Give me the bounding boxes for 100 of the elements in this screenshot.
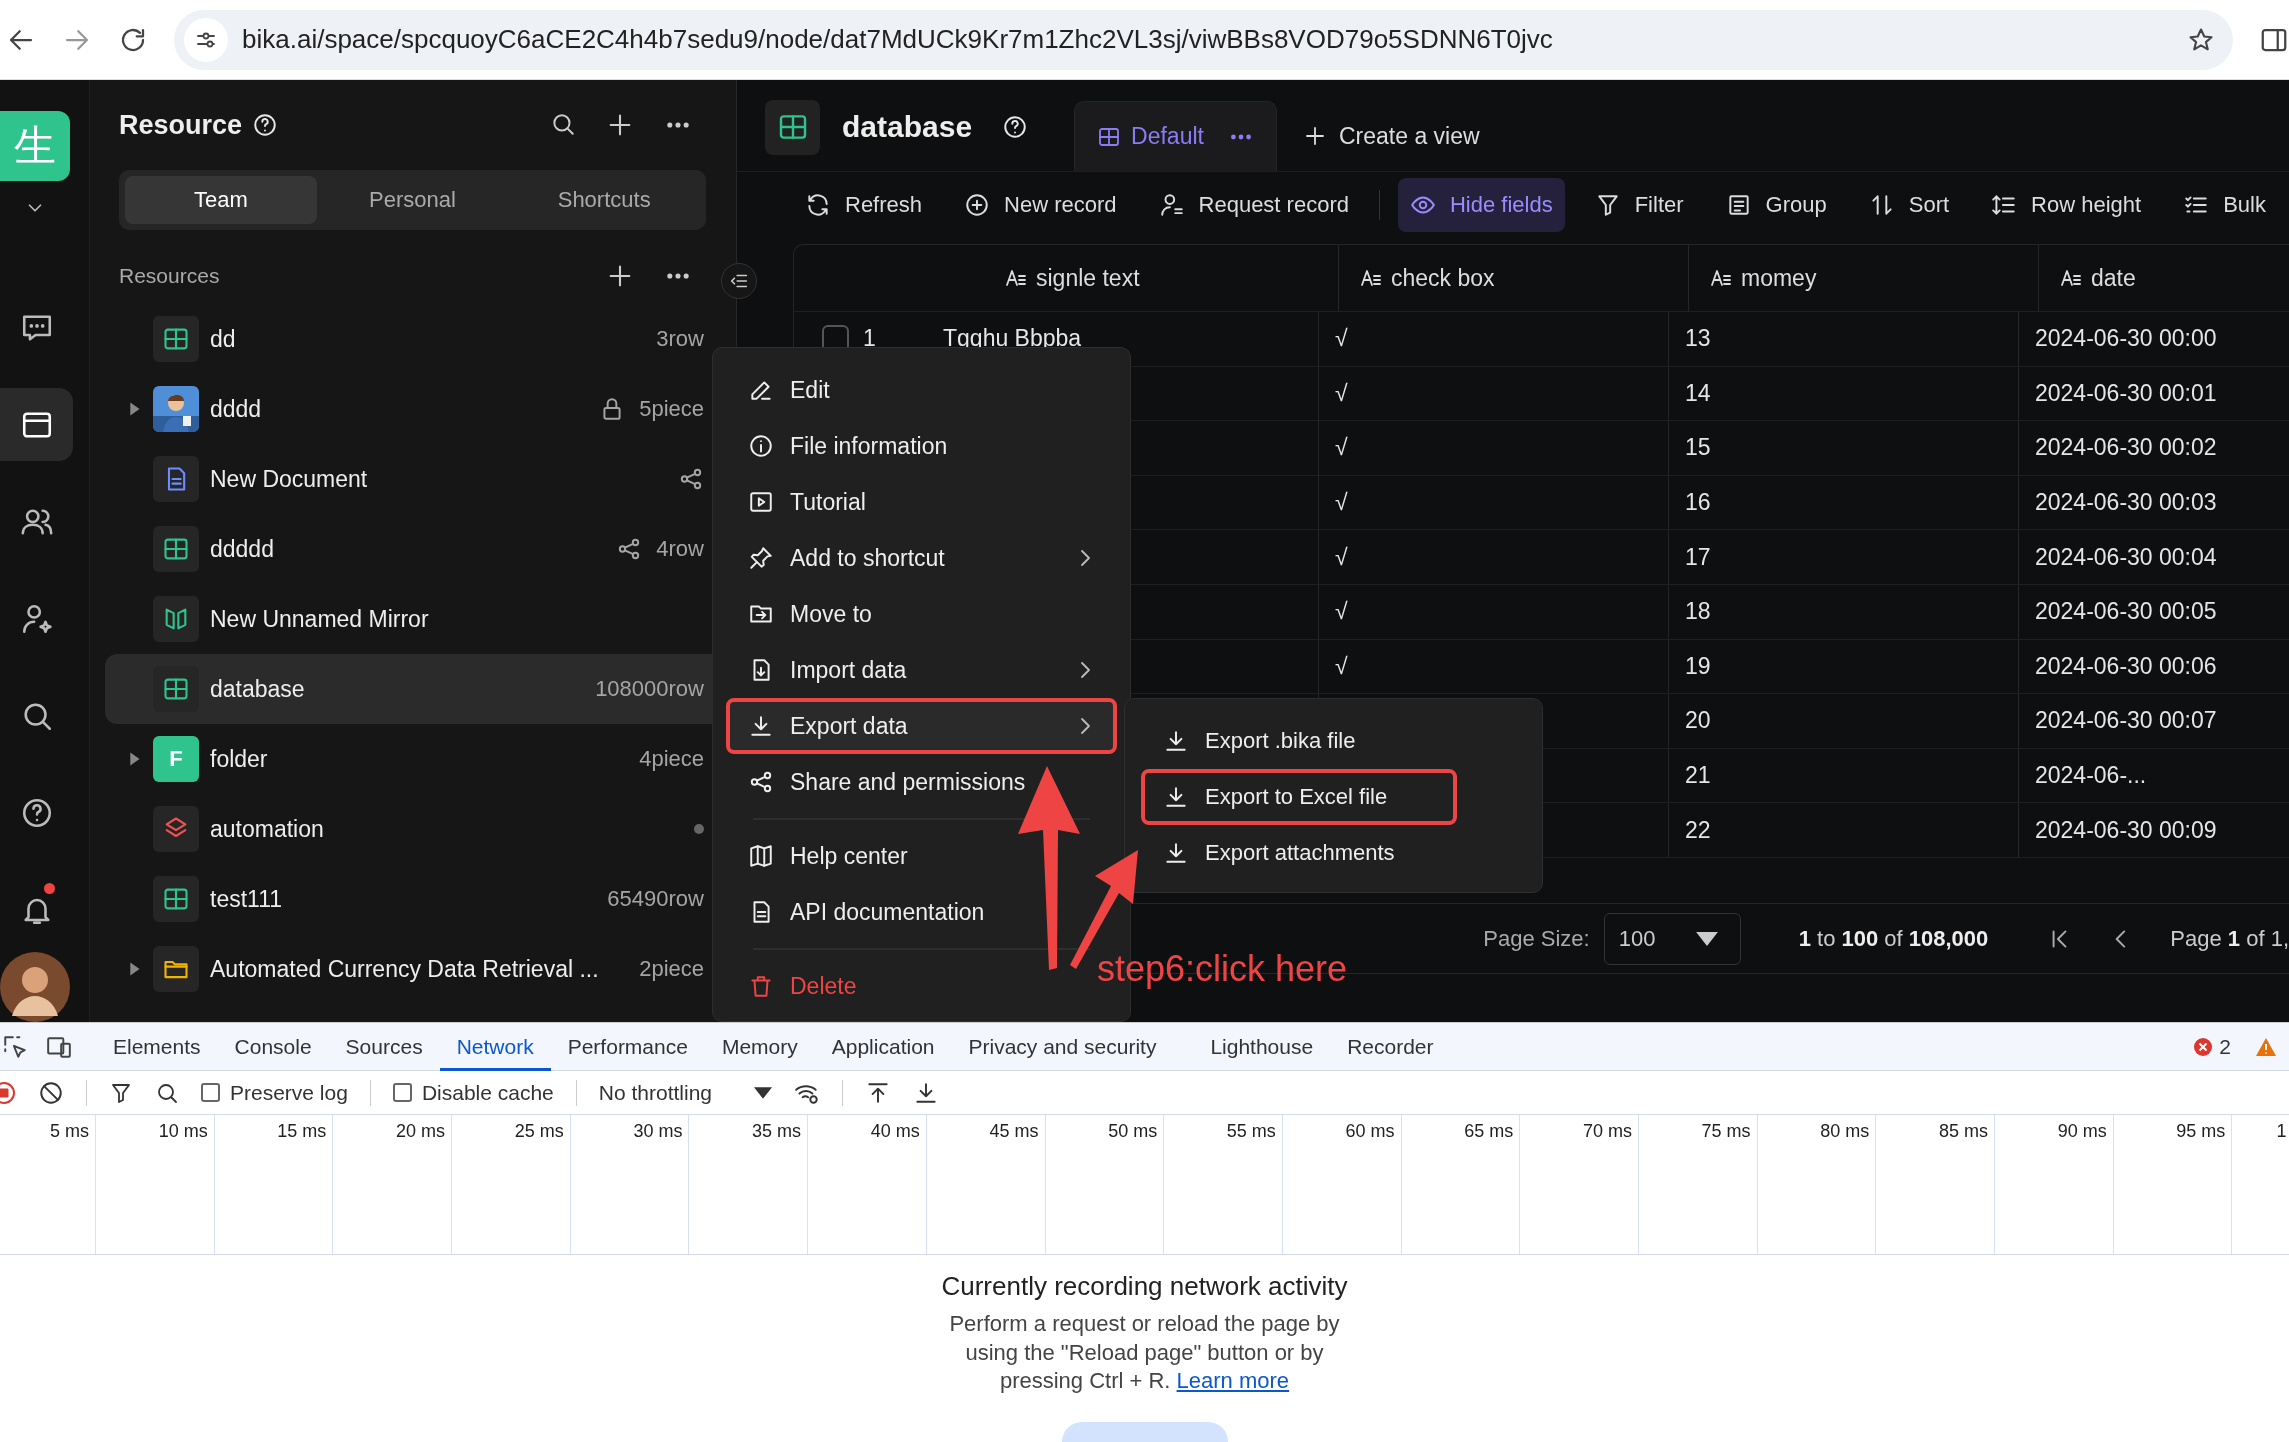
item-name: automation [210,815,324,843]
table-cell: 2024-06-30 00:09 [2035,816,2217,844]
throttling-select[interactable]: No throttling [598,1080,773,1105]
toolbar-button[interactable]: Request record [1146,178,1361,232]
error-count: 2 [2219,1034,2231,1059]
help-icon[interactable] [1002,114,1029,140]
view-tab[interactable]: Default [1074,101,1277,171]
column-header[interactable]: momey [1709,264,1817,292]
devtools-tab[interactable]: Memory [704,1022,815,1071]
tab[interactable]: Personal [316,176,509,224]
error-icon [2193,1036,2214,1057]
table-cell: 21 [1685,762,1711,790]
timeline-tick: 55 ms [1226,1121,1276,1141]
folder-letter-icon: F [153,736,199,782]
item-name: test111 [210,885,283,913]
devtools-tab[interactable]: Privacy and security [951,1022,1174,1071]
toolbar-button[interactable]: Sort [1856,178,1962,232]
clear-button[interactable] [38,1079,64,1106]
devtools-tab[interactable]: Elements [96,1022,218,1071]
row-height-icon [1991,192,2018,218]
table-cell: 2024-06-30 00:00 [2035,325,2217,353]
devtools-tab[interactable]: Lighthouse [1193,1022,1331,1071]
checkbox[interactable] [392,1083,412,1102]
table-cell: 2024-06-30 00:05 [2035,598,2217,626]
timeline-tick: 25 ms [514,1121,564,1141]
annotation-label: step6:click here [1097,948,1348,990]
menu-item[interactable]: Export data [726,698,1117,754]
table-cell: 2024-06-... [2035,762,2147,790]
toolbar-button[interactable]: Row height [1979,178,2154,232]
record-range: 1 to 100 of 108,000 [1798,925,1989,952]
timeline-tick: 30 ms [633,1121,683,1141]
toolbar-button[interactable]: Group [1713,178,1839,232]
nav-folder-button[interactable] [0,388,73,461]
table-cell: 16 [1685,489,1711,517]
item-count: 4row [656,536,704,562]
timeline-tick: 60 ms [1345,1121,1395,1141]
toolbar-button[interactable]: Hide fields [1397,178,1565,232]
menu-item[interactable]: Export .bika file [1141,713,1457,769]
item-name: New Unnamed Mirror [210,605,429,633]
column-header[interactable]: date [2059,264,2136,292]
item-name: folder [210,745,268,773]
toolbar-button[interactable]: New record [952,178,1129,232]
column-header[interactable]: check box [1359,264,1495,292]
inspect-icon[interactable] [2,1033,28,1060]
timeline-tick: 15 ms [277,1121,327,1141]
tab[interactable]: Team [125,176,317,224]
url-text: bika.ai/space/spcquoyC6aCE2C4h4b7sedu9/node/dat7MdUCk9Kr7m1Zhc2VL3sj/viwBBs8VOD79o5SDNN6T0jvc [242,24,1554,55]
site-info-button[interactable] [184,17,228,62]
item-name: dd [210,325,236,353]
section-label: Resources [119,264,220,288]
toolbar-button[interactable]: Refresh [793,178,935,232]
address-bar[interactable]: bika.ai/space/spcquoyC6aCE2C4h4b7sedu9/node/dat7MdUCk9Kr7m1Zhc2VL3sj/viwBBs8VOD79o5SDNN6T0jvc [174,9,2233,70]
menu-item[interactable]: Export to Excel file [1141,769,1457,825]
row-number: 1 [863,325,877,353]
devtools-tab[interactable]: Console [217,1022,329,1071]
table-cell: 2024-06-30 00:02 [2035,434,2217,462]
devtools-tab[interactable]: Recorder [1330,1022,1451,1071]
toolbar-button[interactable]: Bulk [2171,178,2278,232]
search-icon[interactable] [550,111,576,137]
empty-state-title: Currently recording network activity [941,1271,1348,1302]
devtools-tab[interactable]: Application [814,1022,952,1071]
item-name: dddd [210,395,262,423]
collapse-sidebar-button[interactable] [721,263,757,299]
devtools-tab[interactable]: Network [439,1022,551,1071]
table-cell: 14 [1685,379,1711,407]
devtools-tab[interactable]: Performance [550,1022,705,1071]
devtools-tab[interactable]: Sources [328,1022,440,1071]
column-title: signle text [1036,264,1140,292]
user-avatar [0,952,70,1022]
column-title: date [2091,264,2136,292]
table-cell: 2024-06-30 00:07 [2035,707,2217,735]
table-cell: 22 [1685,816,1711,844]
learn-more-link[interactable]: Learn more [1176,1368,1290,1393]
checkbox[interactable] [201,1083,220,1102]
timeline-tick: 80 ms [1820,1121,1870,1141]
create-view-button[interactable]: Create a view [1276,101,1480,171]
table-cell: 20 [1685,707,1711,735]
table-cell: √ [1335,543,1348,571]
column-title: check box [1391,264,1495,292]
help-icon[interactable] [252,112,279,138]
timeline-tick: 70 ms [1582,1121,1632,1141]
page-size-select[interactable]: 100 [1603,912,1741,965]
item-count: 3row [656,326,704,352]
tab[interactable]: Shortcuts [508,176,700,224]
menu-item[interactable]: Export attachments [1141,825,1457,881]
timeline-tick: 90 ms [2057,1121,2107,1141]
item-name: Automated Currency Data Retrieval ... [210,955,599,983]
toolbar-button[interactable]: Filter [1582,178,1696,232]
option-checkbox[interactable]: Disable cache [392,1080,554,1105]
table-cell: 19 [1685,652,1711,680]
column-header[interactable]: signle text [1004,264,1140,292]
timeline-tick: 40 ms [870,1121,920,1141]
table-cell: √ [1335,379,1348,407]
page-size-value: 100 [1618,925,1656,952]
caret-icon [754,1086,773,1099]
timeline-tick: 35 ms [752,1121,802,1141]
page-indicator: Page 1 of 1, [2170,925,2289,952]
item-name: database [210,675,305,703]
option-checkbox[interactable]: Preserve log [201,1080,348,1105]
timeline-tick: 20 ms [396,1121,446,1141]
